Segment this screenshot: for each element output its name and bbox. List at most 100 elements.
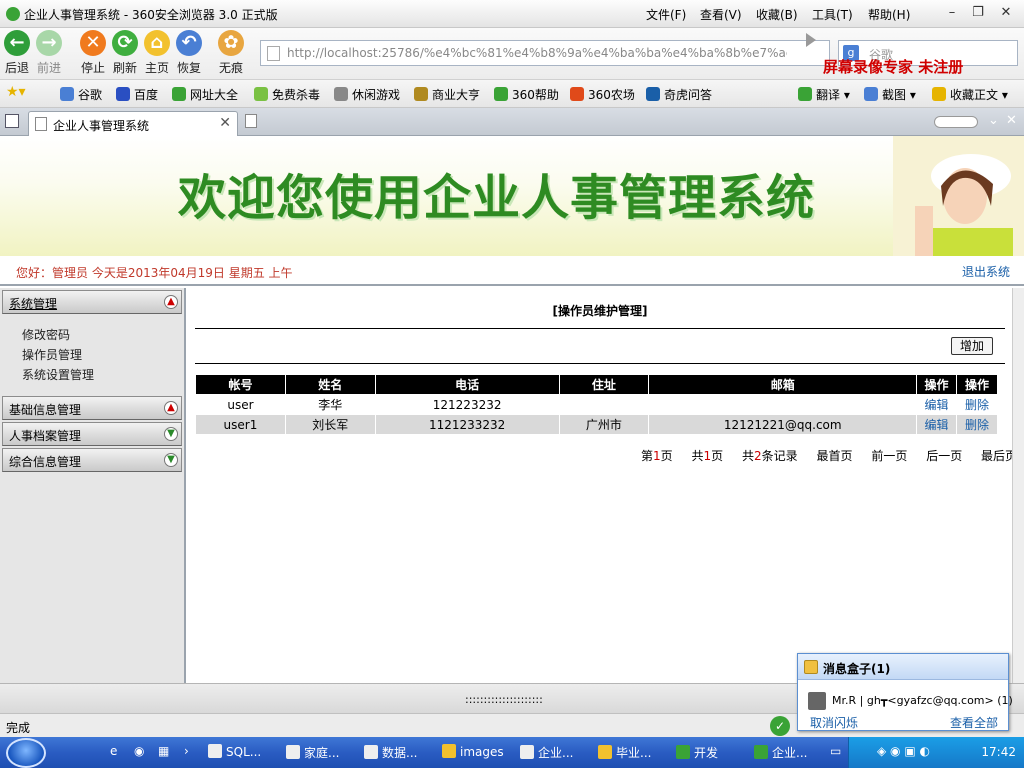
delete-link[interactable]: 删除 <box>965 398 989 412</box>
edit-link[interactable]: 编辑 <box>925 398 949 412</box>
pager-records: 共2条记录 <box>742 449 798 463</box>
fav-360farm[interactable]: 360农场 <box>570 86 635 103</box>
tab-title: 企业人事管理系统 <box>53 119 150 133</box>
fav-google[interactable]: 谷歌 <box>60 86 102 103</box>
favorites-bar: ★▾ 谷歌 百度 网址大全 免费杀毒 休闲游戏 商业大亨 360帮助 360农场… <box>0 80 1024 108</box>
security-check-icon[interactable]: ✓ <box>770 716 790 736</box>
go-arrow-icon[interactable] <box>806 33 816 47</box>
taskbar-item-dev[interactable]: 开发 <box>676 744 718 761</box>
cell-delete: 删除 <box>956 414 998 435</box>
tray-icons[interactable]: ◈ ◉ ▣ ◐ <box>877 744 930 758</box>
ie-icon[interactable]: e <box>110 744 117 758</box>
sidebar-section-general-info[interactable]: 综合信息管理 ▼ <box>2 448 182 472</box>
taskbar-item-enterprise-browser[interactable]: 企业... <box>754 744 807 761</box>
collapse-icon[interactable]: ▲ <box>164 295 178 309</box>
cell-name: 李华 <box>284 394 376 415</box>
page-scrollbar[interactable] <box>1012 288 1024 683</box>
new-tab-icon[interactable] <box>245 114 257 128</box>
address-url[interactable]: http://localhost:25786/%e4%bc%81%e4%b8%9… <box>287 46 787 60</box>
menu-help[interactable]: 帮助(H) <box>868 6 910 23</box>
menu-file[interactable]: 文件(F) <box>646 6 686 23</box>
pager-prev[interactable]: 前一页 <box>871 449 907 463</box>
windows-flag-icon[interactable]: ▦ <box>158 744 169 758</box>
add-button[interactable]: 增加 <box>951 337 993 355</box>
delete-link[interactable]: 删除 <box>965 418 989 432</box>
taskbar-item-data[interactable]: 数据... <box>364 744 417 761</box>
tab-close-icon[interactable]: ✕ <box>219 115 231 131</box>
save-text-tool[interactable]: 收藏正文 ▾ <box>932 86 1008 103</box>
sidebar-section-basic-info[interactable]: 基础信息管理 ▲ <box>2 396 182 420</box>
pager-first[interactable]: 最首页 <box>817 449 853 463</box>
cancel-flash-link[interactable]: 取消闪烁 <box>810 714 858 731</box>
site-banner: 欢迎您使用企业人事管理系统 <box>0 136 1024 256</box>
fav-tycoon[interactable]: 商业大亨 <box>414 86 480 103</box>
fav-sites[interactable]: 网址大全 <box>172 86 238 103</box>
refresh-icon: ⟳ <box>112 30 138 56</box>
screenshot-tool[interactable]: 截图 ▾ <box>864 86 916 103</box>
taskbar-item-enterprise[interactable]: 企业... <box>520 744 573 761</box>
sidebar-toggle-icon[interactable] <box>5 114 19 128</box>
start-button[interactable] <box>6 738 46 768</box>
logout-link[interactable]: 退出系统 <box>962 263 1010 280</box>
expand-icon[interactable]: ▼ <box>164 427 178 441</box>
chevron-down-icon[interactable]: ⌄ <box>988 113 999 128</box>
sidebar-item-operator-management[interactable]: 操作员管理 <box>22 346 82 363</box>
page-icon <box>35 117 47 131</box>
quicklaunch-more-icon[interactable]: › <box>184 744 189 758</box>
star-icon[interactable]: ★▾ <box>6 84 26 100</box>
fav-antivirus[interactable]: 免费杀毒 <box>254 86 320 103</box>
forward-button[interactable]: → 前进 <box>34 30 64 76</box>
tab-search-pill[interactable] <box>934 116 978 128</box>
clock: 17:42 <box>981 745 1016 759</box>
tab-active[interactable]: 企业人事管理系统 ✕ <box>28 111 238 136</box>
browser-toolbar: ← 后退 → 前进 ✕ 停止 ⟳ 刷新 ⌂ 主页 ↶ 恢复 ✿ 无痕 http:… <box>0 28 1024 80</box>
stop-button[interactable]: ✕ 停止 <box>78 30 108 76</box>
taskbar-item-images[interactable]: images <box>442 744 504 759</box>
minimize-icon[interactable]: – <box>942 4 962 22</box>
taskbar-item-home[interactable]: 家庭... <box>286 744 339 761</box>
fav-qa[interactable]: 奇虎问答 <box>646 86 712 103</box>
table-header-row: 帐号 姓名 电话 住址 邮箱 操作 操作 <box>195 374 998 395</box>
table-row: user 李华 121223232 编辑 删除 <box>195 394 998 415</box>
restore-icon[interactable]: ❐ <box>968 4 988 22</box>
sidebar-item-change-password[interactable]: 修改密码 <box>22 326 70 343</box>
menu-favorites[interactable]: 收藏(B) <box>756 6 798 23</box>
divider <box>195 328 1005 329</box>
splitter-grip[interactable]: ::::::::::::::::::::: <box>465 693 543 706</box>
undo-button[interactable]: ↶ 恢复 <box>174 30 204 76</box>
edit-link[interactable]: 编辑 <box>925 418 949 432</box>
home-button[interactable]: ⌂ 主页 <box>142 30 172 76</box>
back-button[interactable]: ← 后退 <box>2 30 32 76</box>
taskbar-item-sql[interactable]: SQL... <box>208 744 261 759</box>
address-bar[interactable]: http://localhost:25786/%e4%bc%81%e4%b8%9… <box>260 40 830 66</box>
refresh-button[interactable]: ⟳ 刷新 <box>110 30 140 76</box>
pager-next[interactable]: 后一页 <box>926 449 962 463</box>
windows-taskbar: e ◉ ▦ › SQL... 家庭... 数据... images 企业... … <box>0 737 1024 768</box>
cell-email: 12121221@qq.com <box>648 414 918 435</box>
incognito-button[interactable]: ✿ 无痕 <box>216 30 246 76</box>
column-header: 操作 <box>956 374 998 395</box>
expand-icon[interactable]: ▼ <box>164 453 178 467</box>
sidebar-section-hr-archive[interactable]: 人事档案管理 ▼ <box>2 422 182 446</box>
keyboard-icon[interactable]: ▭ <box>830 744 841 758</box>
menu-tools[interactable]: 工具(T) <box>812 6 853 23</box>
translate-tool[interactable]: 翻译 ▾ <box>798 86 850 103</box>
page-heading: [操作员维护管理] <box>552 304 648 318</box>
collapse-icon[interactable]: ▲ <box>164 401 178 415</box>
fav-games[interactable]: 休闲游戏 <box>334 86 400 103</box>
cell-email <box>648 394 918 415</box>
taskbar-item-graduation[interactable]: 毕业... <box>598 744 651 761</box>
incognito-icon: ✿ <box>218 30 244 56</box>
browser360-icon[interactable]: ◉ <box>134 744 144 758</box>
pager-total: 共1页 <box>691 449 724 463</box>
close-all-icon[interactable]: ✕ <box>1006 113 1017 128</box>
fav-360help[interactable]: 360帮助 <box>494 86 559 103</box>
view-all-link[interactable]: 查看全部 <box>950 714 998 731</box>
popup-message[interactable]: Mr.R | gh┳<gyafzc@qq.com> (1) <box>832 694 1013 707</box>
sidebar-section-system[interactable]: 系统管理 ▲ <box>2 290 182 314</box>
fav-baidu[interactable]: 百度 <box>116 86 158 103</box>
close-icon[interactable]: ✕ <box>996 4 1016 22</box>
tab-bar: 企业人事管理系统 ✕ ⌄ ✕ <box>0 108 1024 136</box>
menu-view[interactable]: 查看(V) <box>700 6 742 23</box>
sidebar-item-system-settings[interactable]: 系统设置管理 <box>22 366 94 383</box>
